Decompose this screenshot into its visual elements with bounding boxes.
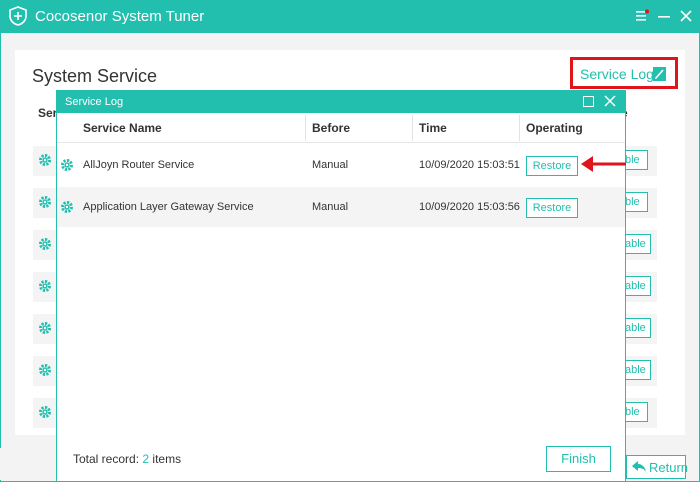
total-record-unit: items	[152, 452, 182, 466]
column-divider	[412, 115, 413, 141]
annotation-arrow-icon	[581, 156, 626, 172]
restore-button[interactable]: Restore	[526, 156, 578, 176]
column-divider	[519, 115, 520, 141]
column-divider	[305, 115, 306, 141]
gear-icon	[39, 196, 51, 208]
service-log-dialog: Service Log Service Name Before Time Ope…	[56, 90, 626, 482]
dialog-title: Service Log	[65, 96, 124, 108]
table-row: Application Layer Gateway Service Manual…	[57, 187, 625, 227]
total-record: Total record: 2 items	[73, 452, 181, 466]
service-name-cell: Application Layer Gateway Service	[83, 201, 254, 213]
close-icon[interactable]	[604, 95, 616, 107]
shield-plus-icon	[9, 6, 27, 26]
title-bar: Cocosenor System Tuner	[1, 1, 699, 33]
gear-icon	[39, 322, 51, 334]
highlight-box	[570, 57, 678, 89]
column-header-service: Ser	[38, 106, 58, 120]
maximize-icon[interactable]	[583, 96, 594, 107]
gear-icon	[61, 201, 73, 213]
close-icon[interactable]	[679, 9, 693, 23]
return-button[interactable]: Return	[626, 455, 689, 479]
minimize-icon[interactable]	[657, 9, 671, 23]
table-header: Service Name Before Time Operating	[57, 113, 625, 143]
total-record-count: 2	[142, 452, 150, 466]
gear-icon	[61, 159, 73, 171]
return-arrow-icon	[632, 461, 646, 472]
before-cell: Manual	[312, 159, 349, 171]
page-title: System Service	[32, 66, 158, 86]
return-label: Return	[649, 460, 689, 475]
finish-button[interactable]: Finish	[546, 446, 611, 472]
restore-button[interactable]: Restore	[526, 198, 578, 218]
column-header-time: Time	[419, 121, 447, 135]
menu-icon[interactable]	[635, 9, 649, 23]
gear-icon	[39, 238, 51, 250]
total-record-label: Total record:	[73, 452, 140, 466]
gear-icon	[39, 364, 51, 376]
dialog-header: Service Log	[57, 91, 625, 113]
time-cell: 10/09/2020 15:03:51	[419, 159, 520, 171]
app-title: Cocosenor System Tuner	[35, 8, 205, 25]
column-header-before: Before	[312, 121, 351, 135]
service-name-cell: AllJoyn Router Service	[83, 159, 195, 171]
gear-icon	[39, 280, 51, 292]
gear-icon	[39, 406, 51, 418]
gear-icon	[39, 154, 51, 166]
column-header-service-name: Service Name	[83, 121, 162, 135]
before-cell: Manual	[312, 201, 349, 213]
table-row: AllJoyn Router Service Manual 10/09/2020…	[57, 145, 625, 185]
time-cell: 10/09/2020 15:03:56	[419, 201, 520, 213]
column-header-operating: Operating	[526, 121, 583, 135]
